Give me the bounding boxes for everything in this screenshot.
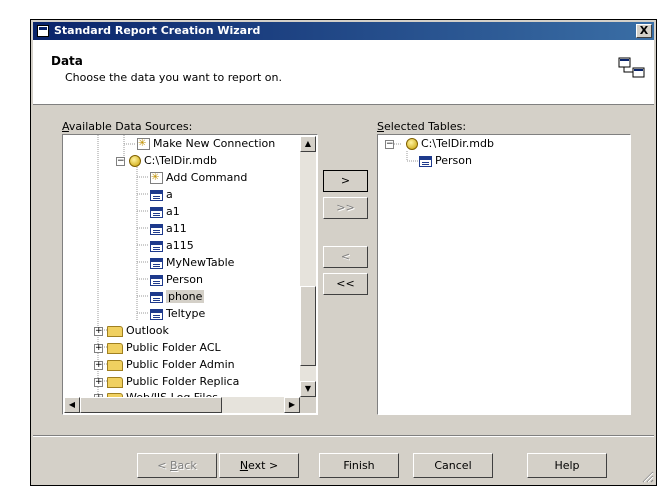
tree-node-public-folder-acl[interactable]: + Public Folder ACL: [94, 340, 221, 356]
tree-node-public-folder-admin[interactable]: + Public Folder Admin: [94, 357, 235, 373]
title-bar: Standard Report Creation Wizard X: [33, 22, 654, 40]
folder-icon: [107, 325, 123, 337]
expand-toggle-icon[interactable]: +: [94, 326, 103, 336]
tree-node-add-command[interactable]: Add Command: [150, 170, 247, 186]
tree-node-table-mynewtable[interactable]: MyNewTable: [150, 255, 234, 271]
horizontal-scrollbar[interactable]: ◀ ▶: [64, 397, 300, 413]
table-icon: [150, 308, 163, 320]
table-icon: [150, 189, 163, 201]
tree-node-teldir-db[interactable]: − C:\TelDir.mdb: [116, 153, 217, 169]
folder-icon: [107, 359, 123, 371]
expand-toggle-icon[interactable]: +: [94, 377, 103, 387]
folder-icon: [107, 342, 123, 354]
tree-node-table-a115[interactable]: a115: [150, 238, 194, 254]
selected-tables-tree[interactable]: − C:\TelDir.mdb Person: [377, 134, 631, 415]
scroll-down-button[interactable]: ▼: [300, 381, 316, 397]
remove-all-tables-button[interactable]: <<: [323, 273, 368, 295]
tree-node-public-folder-replica[interactable]: + Public Folder Replica: [94, 374, 239, 390]
database-icon: [406, 138, 418, 150]
scroll-left-button[interactable]: ◀: [64, 397, 80, 413]
wizard-app-icon: [37, 25, 49, 37]
available-sources-tree[interactable]: Make New Connection −C:\TelDir.mdb Add C…: [62, 134, 318, 415]
wizard-window: Standard Report Creation Wizard X Data C…: [30, 19, 657, 486]
collapse-toggle-icon[interactable]: −: [116, 156, 125, 166]
page-subtitle: Choose the data you want to report on.: [65, 71, 282, 84]
remove-table-button[interactable]: <: [323, 246, 368, 268]
tree-node-outlook[interactable]: + Outlook: [94, 323, 169, 339]
database-icon: [129, 155, 141, 167]
table-icon: [419, 155, 432, 167]
collapse-toggle-icon[interactable]: −: [385, 139, 394, 149]
tree-node-table-a1[interactable]: a1: [150, 204, 180, 220]
finish-button[interactable]: Finish: [319, 453, 399, 478]
page-title: Data: [51, 54, 83, 68]
expand-toggle-icon[interactable]: +: [94, 343, 103, 353]
scroll-up-button[interactable]: ▲: [300, 136, 316, 152]
tree-node-table-phone[interactable]: phone: [150, 289, 205, 305]
table-icon: [150, 257, 163, 269]
tree-node-make-new-connection[interactable]: Make New Connection: [137, 136, 275, 152]
new-connection-icon: [137, 136, 150, 152]
tree-node-table-teltype[interactable]: Teltype: [150, 306, 205, 322]
tree-node-table-a[interactable]: a: [150, 187, 173, 203]
selected-node-teldir-db[interactable]: − C:\TelDir.mdb: [385, 136, 494, 152]
table-icon: [150, 223, 163, 235]
footer-separator: [33, 435, 654, 437]
table-icon: [150, 291, 163, 303]
add-command-icon: [150, 170, 163, 186]
folder-icon: [107, 376, 123, 388]
next-button[interactable]: Next >: [219, 453, 299, 478]
window-title: Standard Report Creation Wizard: [54, 24, 261, 37]
wizard-header: Data Choose the data you want to report …: [33, 40, 654, 105]
table-icon: [150, 240, 163, 252]
selected-tables-label: Selected Tables:: [377, 120, 467, 133]
horizontal-scroll-thumb[interactable]: [80, 397, 222, 413]
available-sources-label: Available Data Sources:: [62, 120, 193, 133]
selected-node-person[interactable]: Person: [419, 153, 472, 169]
cancel-button[interactable]: Cancel: [413, 453, 493, 478]
add-all-tables-button[interactable]: >>: [323, 197, 368, 219]
back-button[interactable]: < Back: [137, 453, 217, 478]
tree-node-table-person[interactable]: Person: [150, 272, 203, 288]
expand-toggle-icon[interactable]: +: [94, 360, 103, 370]
table-icon: [150, 206, 163, 218]
close-button[interactable]: X: [636, 24, 652, 38]
vertical-scrollbar[interactable]: ▲ ▼: [300, 136, 316, 397]
help-button[interactable]: Help: [527, 453, 607, 478]
table-icon: [150, 274, 163, 286]
resize-grip-icon[interactable]: [642, 471, 654, 483]
scroll-right-button[interactable]: ▶: [284, 397, 300, 413]
data-link-icon: [618, 57, 645, 78]
vertical-scroll-thumb[interactable]: [300, 286, 316, 366]
add-table-button[interactable]: >: [323, 170, 368, 192]
scroll-corner: [300, 397, 316, 413]
tree-node-table-a11[interactable]: a11: [150, 221, 187, 237]
